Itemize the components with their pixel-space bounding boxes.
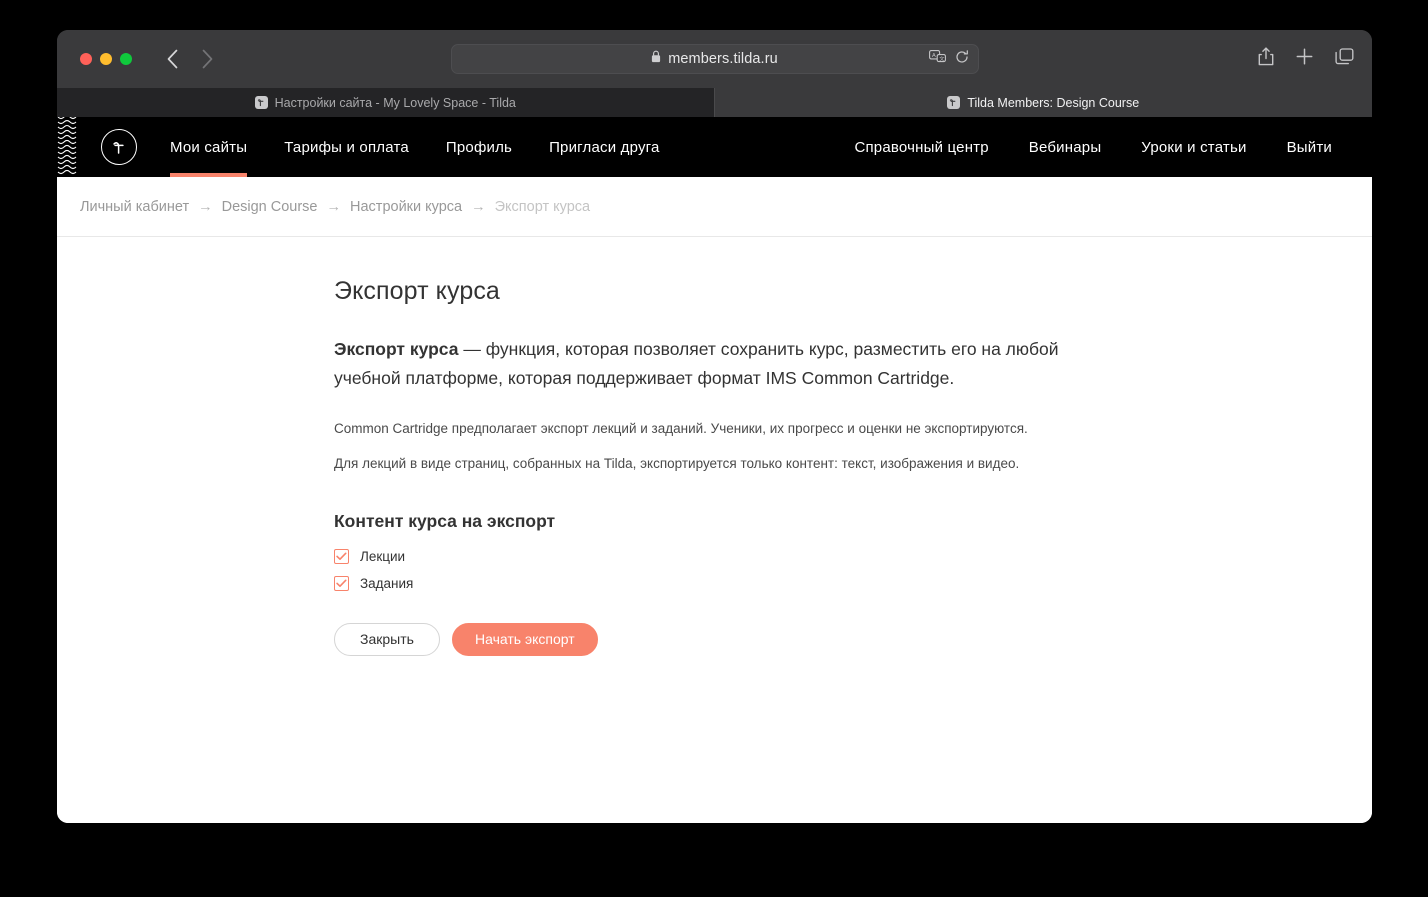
checkbox-row-lectures[interactable]: Лекции bbox=[334, 548, 1372, 564]
forward-arrow-icon[interactable] bbox=[201, 48, 214, 70]
checkbox-label-lectures: Лекции bbox=[360, 548, 406, 564]
zoom-window-button[interactable] bbox=[120, 53, 132, 65]
note-paragraph-2: Для лекций в виде страниц, собранных на … bbox=[334, 455, 1020, 471]
browser-toolbar: members.tilda.ru A 文 bbox=[57, 30, 1372, 88]
checkbox-row-assignments[interactable]: Задания bbox=[334, 575, 1372, 591]
address-bar-actions: A 文 bbox=[928, 45, 969, 73]
minimize-window-button[interactable] bbox=[100, 53, 112, 65]
breadcrumb-bar: Личный кабинет → Design Course → Настрой… bbox=[57, 177, 1372, 237]
primary-nav-links: Мои сайты Тарифы и оплата Профиль Пригла… bbox=[170, 117, 697, 177]
tab-overview-icon[interactable] bbox=[1335, 48, 1354, 70]
address-bar[interactable]: members.tilda.ru A 文 bbox=[450, 44, 979, 74]
translate-icon[interactable]: A 文 bbox=[928, 49, 946, 69]
nav-link-profile[interactable]: Профиль bbox=[446, 117, 512, 177]
nav-link-my-sites[interactable]: Мои сайты bbox=[170, 117, 248, 177]
nav-link-help-center[interactable]: Справочный центр bbox=[854, 117, 988, 177]
browser-tab-title: Настройки сайта - My Lovely Space - Tild… bbox=[274, 95, 516, 110]
close-button[interactable]: Закрыть bbox=[334, 622, 440, 656]
breadcrumb-item-course-settings[interactable]: Настройки курса bbox=[350, 199, 462, 215]
svg-text:A: A bbox=[932, 53, 936, 59]
browser-tab-0[interactable]: Настройки сайта - My Lovely Space - Tild… bbox=[57, 88, 715, 117]
nav-link-plans-payment[interactable]: Тарифы и оплата bbox=[284, 117, 409, 177]
browser-tab-title: Tilda Members: Design Course bbox=[967, 95, 1140, 110]
tilda-logo bbox=[101, 129, 137, 165]
nav-link-lessons-articles[interactable]: Уроки и статьи bbox=[1141, 117, 1246, 177]
checkbox-checked-icon[interactable] bbox=[334, 548, 349, 564]
page-viewport: Мои сайты Тарифы и оплата Профиль Пригла… bbox=[57, 117, 1372, 823]
tab-strip: Настройки сайта - My Lovely Space - Tild… bbox=[57, 88, 1372, 117]
main-content: Экспорт курса Экспорт курса — функция, к… bbox=[57, 237, 1372, 823]
action-button-row: Закрыть Начать экспорт bbox=[334, 622, 1372, 656]
page-title: Экспорт курса bbox=[334, 277, 500, 305]
nav-link-logout[interactable]: Выйти bbox=[1287, 117, 1332, 177]
nav-link-webinars[interactable]: Вебинары bbox=[1029, 117, 1102, 177]
site-navigation-bar: Мои сайты Тарифы и оплата Профиль Пригла… bbox=[57, 117, 1372, 177]
tilda-favicon bbox=[254, 96, 268, 109]
start-export-button[interactable]: Начать экспорт bbox=[452, 622, 598, 656]
tilda-logo-link[interactable] bbox=[101, 129, 137, 165]
toolbar-right-actions bbox=[1258, 30, 1354, 88]
lock-icon bbox=[651, 50, 661, 68]
plus-icon[interactable] bbox=[1296, 48, 1313, 70]
browser-window: members.tilda.ru A 文 Настройки сайта - M… bbox=[57, 30, 1372, 823]
zigzag-decoration-icon bbox=[57, 117, 79, 177]
back-arrow-icon[interactable] bbox=[166, 48, 179, 70]
breadcrumb-item-design-course[interactable]: Design Course bbox=[222, 199, 318, 215]
breadcrumb-item-dashboard[interactable]: Личный кабинет bbox=[80, 199, 189, 215]
svg-text:文: 文 bbox=[939, 54, 945, 62]
browser-tab-1[interactable]: Tilda Members: Design Course bbox=[714, 88, 1372, 117]
tilda-favicon bbox=[947, 96, 961, 109]
note-paragraph-1: Common Cartridge предполагает экспорт ле… bbox=[334, 421, 1028, 437]
lead-bold-text: Экспорт курса bbox=[334, 339, 459, 359]
breadcrumb-separator-icon: → bbox=[198, 198, 213, 215]
window-traffic-lights bbox=[80, 53, 132, 65]
checkbox-label-assignments: Задания bbox=[360, 575, 414, 591]
section-title-export-content: Контент курса на экспорт bbox=[334, 510, 556, 531]
share-icon[interactable] bbox=[1258, 47, 1274, 71]
breadcrumb: Личный кабинет → Design Course → Настрой… bbox=[80, 199, 590, 215]
secondary-nav-links: Справочный центр Вебинары Уроки и статьи… bbox=[814, 117, 1372, 177]
nav-link-invite-friend[interactable]: Пригласи друга bbox=[549, 117, 660, 177]
navigation-arrows bbox=[166, 48, 214, 70]
checkbox-checked-icon[interactable] bbox=[334, 575, 349, 591]
breadcrumb-separator-icon: → bbox=[471, 198, 486, 215]
lead-paragraph: Экспорт курса — функция, которая позволя… bbox=[334, 335, 1069, 392]
breadcrumb-item-course-export: Экспорт курса bbox=[494, 198, 591, 215]
close-window-button[interactable] bbox=[80, 53, 92, 65]
url-text: members.tilda.ru bbox=[668, 51, 778, 67]
breadcrumb-separator-icon: → bbox=[326, 198, 342, 215]
reload-icon[interactable] bbox=[955, 49, 969, 69]
